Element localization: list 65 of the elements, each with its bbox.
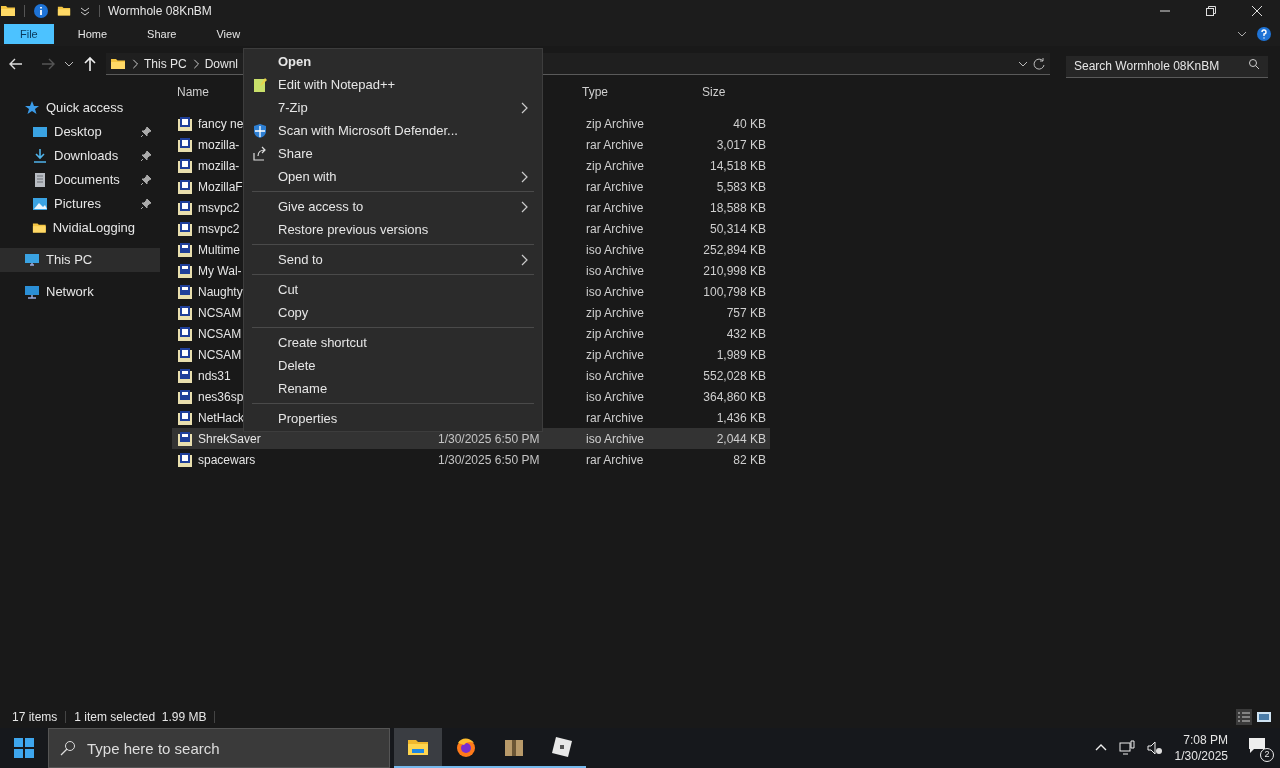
sidebar-label: Pictures — [54, 195, 101, 214]
sidebar-label: Network — [46, 283, 94, 302]
file-name: Naughty — [198, 283, 243, 301]
size-cell-text: 2,044 KB — [715, 430, 766, 448]
type-cell-text: iso Archive — [585, 367, 646, 385]
size-cell-text: 432 KB — [725, 325, 766, 343]
file-name: NCSAM — [198, 304, 242, 322]
sidebar-label: Quick access — [46, 99, 124, 118]
type-cell-text: zip Archive — [585, 325, 646, 343]
type-cell-text: iso Archive — [585, 262, 646, 280]
file-name: MozillaF — [198, 178, 243, 196]
date-cell-text: 1/30/2025 6:50 PM — [438, 451, 540, 469]
file-name: My Wal- — [198, 262, 242, 280]
sidebar-label: This PC — [46, 251, 93, 270]
size-cell-text: 252,894 KB — [702, 241, 766, 259]
type-cell-text: rar Archive — [585, 199, 645, 217]
sidebar-label: NvidiaLogging — [52, 219, 136, 238]
size-cell-text: 82 KB — [732, 451, 766, 469]
file-name: mozilla- — [198, 157, 240, 175]
file-name: nds31 — [198, 367, 231, 385]
size-cell-text: 1,436 KB — [715, 409, 766, 427]
size-cell-text: 1,989 KB — [715, 346, 766, 364]
size-cell-text: 18,588 KB — [708, 199, 766, 217]
size-cell-text: 40 KB — [732, 115, 766, 133]
type-cell-text: rar Archive — [585, 451, 645, 469]
file-name: NetHack — [198, 409, 244, 427]
file-name: ShrekSaver — [198, 430, 261, 448]
file-name: NCSAM — [198, 325, 242, 343]
sidebar-label: Documents — [54, 171, 120, 190]
type-cell-text: zip Archive — [585, 115, 646, 133]
sidebar-label: Desktop — [54, 123, 102, 142]
file-name: msvpc2 — [198, 220, 240, 238]
size-cell-text: 552,028 KB — [702, 367, 766, 385]
type-cell-text: rar Archive — [585, 409, 645, 427]
file-name: spacewars — [198, 451, 256, 469]
size-cell-text: 757 KB — [725, 304, 766, 322]
file-name: nes36sp — [198, 388, 244, 406]
type-cell-text: zip Archive — [585, 304, 646, 322]
type-cell-text: zip Archive — [585, 157, 646, 175]
type-cell-text: iso Archive — [585, 388, 646, 406]
type-cell-text: iso Archive — [585, 430, 646, 448]
type-cell-text: iso Archive — [585, 283, 646, 301]
file-name: Multime — [198, 241, 240, 259]
size-cell-text: 3,017 KB — [715, 136, 766, 154]
size-cell-text: 14,518 KB — [708, 157, 766, 175]
file-name: fancy ne — [198, 115, 244, 133]
status-text: 17 items — [12, 709, 58, 726]
status-text: 1 item selected 1.99 MB — [74, 709, 207, 726]
sidebar-label: Downloads — [54, 147, 119, 166]
window-title: Wormhole 08KnBM — [108, 3, 212, 20]
type-cell-text: rar Archive — [585, 220, 645, 238]
size-cell-text: 50,314 KB — [708, 220, 766, 238]
file-name: mozilla- — [198, 136, 240, 154]
date-cell-text: 1/30/2025 6:50 PM — [438, 430, 540, 448]
size-cell-text: 5,583 KB — [715, 178, 766, 196]
type-cell-text: rar Archive — [585, 136, 645, 154]
size-cell-text: 210,998 KB — [702, 262, 766, 280]
type-cell-text: zip Archive — [585, 346, 646, 364]
file-name: msvpc2 — [198, 199, 240, 217]
type-cell-text: rar Archive — [585, 178, 645, 196]
type-cell-text: iso Archive — [585, 241, 646, 259]
file-name: NCSAM — [198, 346, 242, 364]
notification-count: 2 — [1260, 748, 1274, 762]
size-cell-text: 100,798 KB — [702, 283, 766, 301]
size-cell-text: 364,860 KB — [702, 388, 766, 406]
